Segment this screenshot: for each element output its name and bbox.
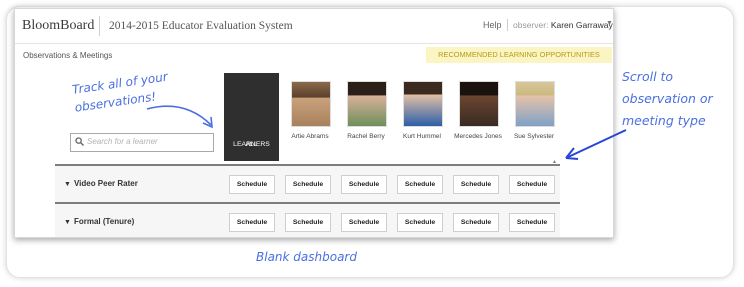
- curved-arrow-icon: [146, 105, 213, 129]
- avatar: [459, 81, 499, 127]
- learner-name: Artie Abrams: [291, 133, 329, 140]
- breadcrumb[interactable]: Observations & Meetings: [23, 51, 112, 60]
- pointer-arrow-icon: [565, 129, 627, 160]
- learner-tile[interactable]: Mercedes Jones: [452, 73, 504, 161]
- scroll-line-3: meeting type: [622, 113, 706, 128]
- row-label: Video Peer Rater: [73, 179, 138, 188]
- search-input[interactable]: Search for a learner: [70, 133, 214, 152]
- schedule-button[interactable]: Schedule: [509, 213, 555, 232]
- row-toggle[interactable]: ▼ Video Peer Rater: [64, 179, 138, 188]
- row-toggle[interactable]: ▼ Formal (Tenure): [64, 217, 134, 226]
- avatar: [291, 81, 331, 127]
- avatar: [403, 81, 443, 127]
- brand-logo[interactable]: BloomBoard: [22, 18, 94, 34]
- schedule-button[interactable]: Schedule: [509, 175, 555, 194]
- observer-menu[interactable]: observer: Karen Garraway: [513, 20, 613, 30]
- search-placeholder: Search for a learner: [87, 137, 158, 146]
- schedule-button[interactable]: Schedule: [341, 175, 387, 194]
- avatar: [515, 81, 555, 127]
- schedule-button[interactable]: Schedule: [229, 213, 275, 232]
- schedule-button[interactable]: Schedule: [341, 213, 387, 232]
- learner-name: Sue Sylvester: [513, 133, 555, 140]
- header-separator: [507, 19, 508, 31]
- learner-name: Kurt Hummel: [403, 133, 441, 140]
- row-label: Formal (Tenure): [73, 217, 135, 226]
- caption: Blank dashboard: [256, 250, 357, 264]
- recommended-learning-tab[interactable]: RECOMMENDED LEARNING OPPORTUNITIES: [426, 47, 612, 63]
- schedule-button[interactable]: Schedule: [397, 175, 443, 194]
- observer-label: observer:: [513, 20, 549, 30]
- help-link[interactable]: Help: [483, 20, 502, 30]
- schedule-button[interactable]: Schedule: [397, 213, 443, 232]
- header-divider: [99, 16, 100, 36]
- schedule-button[interactable]: Schedule: [285, 213, 331, 232]
- top-header: BloomBoard 2014-2015 Educator Evaluation…: [15, 9, 613, 44]
- scroll-line-1: Scroll to: [622, 69, 674, 84]
- schedule-button[interactable]: Schedule: [453, 213, 499, 232]
- schedule-button[interactable]: Schedule: [453, 175, 499, 194]
- learner-tile[interactable]: Kurt Hummel: [396, 73, 448, 161]
- learner-tile[interactable]: Sue Sylvester: [508, 73, 560, 161]
- schedule-button[interactable]: Schedule: [285, 175, 331, 194]
- observation-row: ▼ Formal (Tenure) Schedule Schedule Sched…: [55, 202, 560, 237]
- all-learners-line-2: LEARNERS: [233, 141, 270, 148]
- all-learners-tile[interactable]: ALL LEARNERS: [224, 73, 279, 161]
- schedule-button[interactable]: Schedule: [229, 175, 275, 194]
- system-name: 2014-2015 Educator Evaluation System: [109, 20, 293, 32]
- avatar: [347, 81, 387, 127]
- learner-tile[interactable]: Artie Abrams: [284, 73, 336, 161]
- chevron-down-icon[interactable]: ▼: [606, 20, 613, 27]
- observation-row: ▼ Video Peer Rater Schedule Schedule Sche…: [55, 164, 560, 204]
- observer-name: Karen Garraway: [550, 20, 613, 30]
- learner-name: Mercedes Jones: [454, 133, 502, 140]
- scroll-annotation: Scroll to observation or meeting type: [622, 66, 713, 132]
- search-icon: [75, 137, 84, 146]
- caret-down-icon: ▼: [64, 181, 71, 188]
- learner-name: Rachel Berry: [347, 133, 385, 140]
- caret-down-icon: ▼: [64, 219, 71, 226]
- app-screenshot: BloomBoard 2014-2015 Educator Evaluation…: [14, 8, 614, 238]
- learner-tile[interactable]: Rachel Berry: [340, 73, 392, 161]
- scroll-line-2: observation or: [622, 91, 713, 106]
